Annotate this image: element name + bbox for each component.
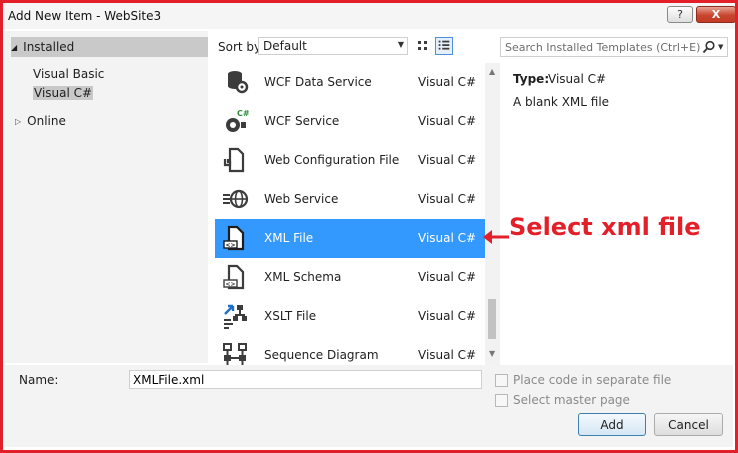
template-name: XSLT File [264,309,317,323]
scroll-up-arrow-icon[interactable]: ▲ [489,67,495,76]
template-name: WCF Data Service [264,75,372,89]
sort-dropdown[interactable]: Default ▼ [258,37,408,55]
master-page-label: Select master page [513,393,630,407]
dropdown-arrow-icon: ▼ [397,40,404,49]
template-name: Sequence Diagram [264,348,379,362]
template-row[interactable]: Web Configuration File Visual C# [215,141,485,180]
web-service-icon [223,189,249,209]
template-row[interactable]: Web Service Visual C# [215,180,485,219]
template-list: WCF Data Service Visual C# C# WCF Servic… [215,63,500,365]
template-language: Visual C# [418,270,477,284]
template-name: Web Service [264,192,339,206]
template-language: Visual C# [418,348,477,362]
name-input[interactable] [129,370,482,389]
title-bar: Add New Item - WebSite3 ? X [3,3,736,29]
tree-node-installed[interactable]: ◢ Installed [11,37,208,57]
search-box: ▼ [500,37,728,57]
add-button[interactable]: Add [578,413,646,436]
window-title: Add New Item - WebSite3 [8,9,162,23]
tree-node-visual-csharp[interactable]: Visual C# [33,86,94,100]
list-view-icon[interactable] [435,37,453,55]
annotation-text: Select xml file [509,213,701,241]
svg-text:<>: <> [226,242,236,249]
close-button[interactable]: X [696,6,736,23]
xml-schema-icon: <> [223,264,245,290]
separate-file-checkbox[interactable] [495,373,508,387]
template-row-selected[interactable]: <> XML File Visual C# [215,219,485,258]
template-row[interactable]: XSLT File Visual C# [215,297,485,336]
svg-text:C#: C# [237,109,249,118]
cancel-button[interactable]: Cancel [654,413,723,436]
search-input[interactable] [501,38,707,56]
master-page-option: Select master page [495,393,630,407]
annotation-arrow-icon [483,230,509,244]
xslt-file-icon [224,304,247,329]
template-list-scrollbar[interactable]: ▲ ▼ [485,63,500,365]
search-icon[interactable] [702,40,716,54]
xml-file-icon: <> [223,225,245,251]
tree-node-visual-basic[interactable]: Visual Basic [33,67,104,81]
separate-file-label: Place code in separate file [513,373,672,387]
name-label: Name: [19,373,59,387]
tree-label-installed: Installed [23,40,75,54]
template-row[interactable]: Sequence Diagram Visual C# [215,336,485,365]
search-options-arrow-icon[interactable]: ▼ [718,43,723,51]
template-language: Visual C# [418,231,477,245]
template-language: Visual C# [418,75,477,89]
template-name: XML Schema [264,270,342,284]
template-description: A blank XML file [513,95,610,109]
template-row[interactable]: <> XML Schema Visual C# [215,258,485,297]
template-language: Visual C# [418,309,477,323]
tree-label-online: Online [27,114,66,128]
bottom-panel: Name: Place code in separate file Select… [5,365,733,447]
wcf-service-icon: C# [226,109,249,132]
template-row[interactable]: C# WCF Service Visual C# [215,102,485,141]
template-name: Web Configuration File [264,153,400,167]
scroll-down-arrow-icon[interactable]: ▼ [489,349,495,358]
grid-view-icon[interactable] [414,37,432,55]
template-tree: ◢ Installed Visual Basic Visual C# ▷ Onl… [5,31,208,363]
svg-text:<>: <> [226,281,236,288]
separate-file-option: Place code in separate file [495,373,671,387]
template-language: Visual C# [418,114,477,128]
sort-value: Default [263,39,307,53]
tree-node-online[interactable]: ▷ Online [15,114,66,128]
type-label: Type: [513,72,550,86]
help-button[interactable]: ? [667,6,693,23]
wcf-data-service-icon [228,71,249,94]
template-row[interactable]: WCF Data Service Visual C# [215,63,485,102]
sequence-diagram-icon [223,343,247,365]
type-value: Visual C# [548,72,607,86]
expanded-arrow-icon: ◢ [11,42,18,52]
template-name: XML File [264,231,314,245]
template-name: WCF Service [264,114,340,128]
template-language: Visual C# [418,153,477,167]
web-config-icon [223,147,245,173]
master-page-checkbox[interactable] [495,393,508,407]
scrollbar-thumb[interactable] [488,299,496,339]
collapsed-arrow-icon: ▷ [15,116,22,126]
template-language: Visual C# [418,192,477,206]
